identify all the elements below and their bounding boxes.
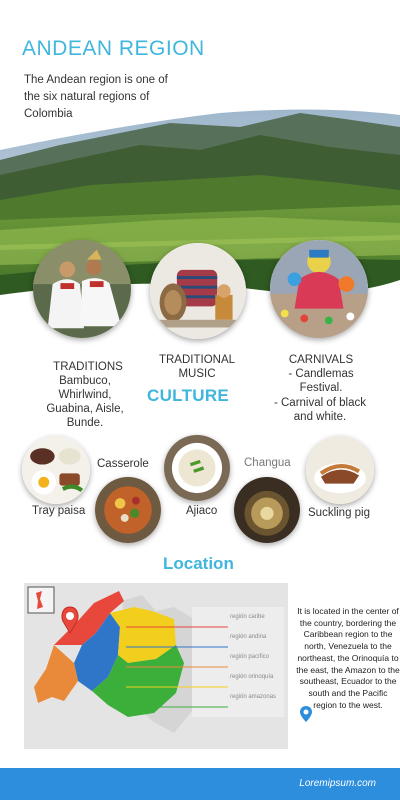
traditions-title: TRADITIONS [53,361,123,373]
map-pin-icon [300,706,312,722]
carnivals-line2: - Carnival of black and white. [273,397,367,423]
footer-link[interactable]: Loremipsum.com [299,778,376,789]
legend-amazonas: región amazonas [230,694,277,700]
casserole-label: Casserole [97,458,149,470]
carnivals-image [270,240,368,338]
carnivals-line1: - Candlemas Festival. [288,368,354,394]
legend-pacifico: región pacífico [230,654,270,660]
ajiaco-label: Ajiaco [186,505,218,517]
ajiaco-image [164,435,230,501]
page-title: ANDEAN REGION [22,37,205,60]
changua-label: Changua [244,457,291,469]
culture-heading: CULTURE [147,386,230,405]
legend-orinoquia: región orinoquía [230,674,274,680]
suckling-pig-image [306,436,374,504]
changua-image [234,477,300,543]
footer-bar: Loremipsum.com [0,768,400,800]
music-title: TRADITIONAL MUSIC [158,354,236,380]
traditions-dance-image [33,240,131,338]
traditions-text: Bambuco, Whirlwind, Guabina, Aisle, Bund… [46,375,124,429]
carnivals-title: CARNIVALS [288,354,354,366]
colombia-map: región caribe región andina región pacíf… [24,583,288,749]
location-description: It is located in the center of the count… [296,606,400,710]
location-heading: Location [163,554,234,573]
traditional-music-image [150,243,246,339]
legend-caribe: región caribe [230,614,265,620]
tray-paisa-image [22,436,90,504]
legend-andina: región andina [230,634,267,640]
casserole-image [95,477,161,543]
suckling-pig-label: Suckling pig [308,507,371,519]
tray-paisa-label: Tray paisa [32,505,86,517]
